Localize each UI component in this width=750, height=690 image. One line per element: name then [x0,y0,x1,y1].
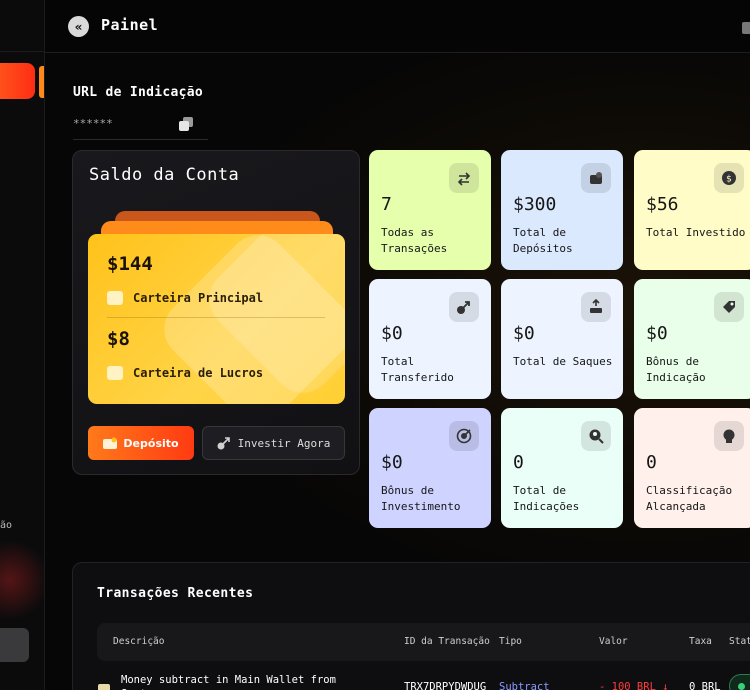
transaction-type: Subtract [499,681,550,690]
stat-card[interactable]: 0 Classificação Alcançada [634,408,750,528]
double-chevron-left-icon: « [74,19,83,34]
sidebar-active-item[interactable] [0,63,35,99]
profit-wallet-amount: $8 [107,328,130,350]
account-balance-card: Saldo da Conta $144 Carteira Principal $… [72,150,360,475]
stat-value: 0 [646,452,657,473]
stat-label: Bônus de Indicação [646,355,706,384]
wallet-card: $144 Carteira Principal $8 Carteira de L… [88,234,345,404]
page-title: Painel [101,16,159,34]
column-header-status: Stat [729,636,750,647]
sidebar-item-label[interactable]: ão [0,520,12,531]
stat-label: Total Transferido [381,355,454,384]
profit-wallet-icon [107,366,123,380]
medal-icon [714,421,744,451]
transfer-arrows-icon [449,163,479,193]
referral-label: URL de Indicação [73,85,204,100]
column-header-transaction-id: ID da Transação [404,636,490,647]
copy-icon[interactable] [178,116,194,132]
main-content: URL de Indicação ****** Saldo da Conta $… [45,53,750,690]
stat-card[interactable]: $0 Total de Saques [501,279,623,399]
wallet-icon [103,437,118,449]
transactions-title: Transações Recentes [97,586,254,601]
stat-card[interactable]: $ $56 Total Investido [634,150,750,270]
svg-text:$: $ [726,175,732,185]
referral-url-field[interactable]: ****** [73,117,113,130]
tag-icon [714,292,744,322]
arrow-up-right-icon [217,437,230,450]
stat-label: Classificação Alcançada [646,484,733,513]
top-header: « Painel [45,0,750,53]
status-dot-icon [738,683,745,690]
transaction-id: TRX7DRPYDWDUG [404,681,487,690]
wallet-icon [581,163,611,193]
balance-title: Saldo da Conta [89,165,240,185]
stat-value: $56 [646,194,679,215]
column-header-amount: Valor [599,636,628,647]
main-wallet-icon [107,291,123,305]
main-wallet-amount: $144 [107,253,153,275]
stat-value: $0 [381,323,403,344]
stat-label: Total de Saques [513,355,613,368]
stat-label: Total de Indicações [513,484,580,513]
invest-now-label: Investir Agora [237,436,331,450]
sidebar-bottom-button[interactable] [0,628,29,662]
sidebar-logo-area [0,0,44,52]
target-icon [449,421,479,451]
stat-value: 7 [381,194,392,215]
transaction-description: Money subtract in Main Wallet from Syste… [121,674,336,690]
stat-label: Todas as Transações [381,226,448,255]
main-wallet-label: Carteira Principal [133,291,264,305]
column-header-description: Descrição [113,636,165,647]
stat-label: Total de Depósitos [513,226,573,255]
column-header-type: Tipo [499,636,522,647]
header-right-control[interactable] [742,22,750,34]
transaction-type-icon [98,684,110,690]
collapse-sidebar-button[interactable]: « [68,16,89,37]
stat-label: Total Investido [646,226,746,239]
status-badge [729,674,750,690]
stat-card[interactable]: $0 Bônus de Indicação [634,279,750,399]
stat-value: $0 [646,323,668,344]
sidebar-glow-decoration [0,540,44,620]
profit-wallet-label: Carteira de Lucros [133,366,264,380]
withdraw-icon [581,292,611,322]
dollar-coin-icon: $ [714,163,744,193]
transactions-table-header: Descrição ID da Transação Tipo Valor Tax… [97,623,750,661]
wallet-divider [107,317,325,318]
stat-card[interactable]: $300 Total de Depósitos [501,150,623,270]
stat-value: $300 [513,194,557,215]
stat-card[interactable]: $0 Total Transferido [369,279,491,399]
stat-card[interactable]: 7 Todas as Transações [369,150,491,270]
sidebar: ão [0,0,45,690]
stat-card[interactable]: $0 Bônus de Investimento [369,408,491,528]
deposit-button[interactable]: Depósito [88,426,194,460]
column-header-fee: Taxa [689,636,712,647]
stat-value: $0 [381,452,403,473]
referral-underline [73,139,208,140]
arrow-up-right-icon [449,292,479,322]
transaction-fee: 0 BRL [689,681,721,690]
stat-label: Bônus de Investimento [381,484,461,513]
stat-value: 0 [513,452,524,473]
user-search-icon [581,421,611,451]
stat-value: $0 [513,323,535,344]
stat-card[interactable]: 0 Total de Indicações [501,408,623,528]
transaction-amount: - 100 BRL ↓ [599,681,669,690]
invest-now-button[interactable]: Investir Agora [202,426,345,460]
deposit-label: Depósito [123,436,179,450]
recent-transactions-panel: Transações Recentes Descrição ID da Tran… [72,562,750,690]
